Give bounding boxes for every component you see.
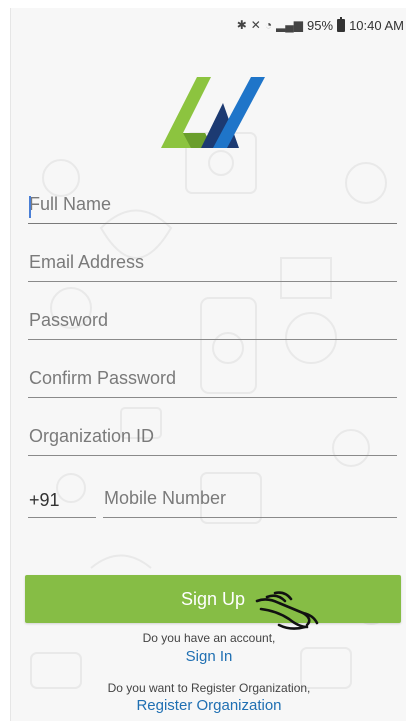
full-name-field[interactable] [28, 184, 397, 224]
register-org-text: Do you want to Register Organization, [107, 681, 311, 695]
register-organization-link[interactable]: Register Organization [11, 697, 406, 714]
password-input[interactable] [28, 306, 397, 340]
wifi-icon: ◔ [264, 18, 273, 32]
sign-up-button[interactable]: Sign Up [25, 575, 401, 623]
confirm-password-field[interactable] [28, 358, 397, 398]
mute-icon: ✕ [250, 18, 261, 32]
battery-level: 95% [307, 17, 334, 33]
full-name-input[interactable] [28, 190, 397, 224]
sign-in-link[interactable]: Sign In [11, 648, 406, 665]
have-account-text: Do you have an account, [142, 631, 276, 645]
phone-row: +91 [28, 478, 397, 518]
country-code[interactable]: +91 [28, 484, 96, 518]
text-caret [29, 196, 31, 218]
password-field[interactable] [28, 300, 397, 340]
mobile-input[interactable] [103, 484, 397, 518]
email-input[interactable] [28, 248, 397, 282]
bluetooth-icon: ✱ [236, 18, 247, 32]
pointing-hand-icon [255, 591, 319, 630]
clock: 10:40 AM [349, 17, 404, 33]
app-logo [161, 77, 265, 148]
confirm-password-input[interactable] [28, 364, 397, 398]
signup-screen: ✱ ✕ ◔ ▂▄▆ 95% 10:40 AM +91 Sign Up [10, 8, 406, 721]
signal-icon: ▂▄▆ [276, 18, 304, 32]
battery-icon [337, 16, 346, 32]
mobile-field[interactable] [103, 484, 397, 518]
status-bar: ✱ ✕ ◔ ▂▄▆ 95% 10:40 AM [237, 14, 406, 36]
organization-id-field[interactable] [28, 416, 397, 456]
organization-id-input[interactable] [28, 422, 397, 456]
email-field[interactable] [28, 242, 397, 282]
